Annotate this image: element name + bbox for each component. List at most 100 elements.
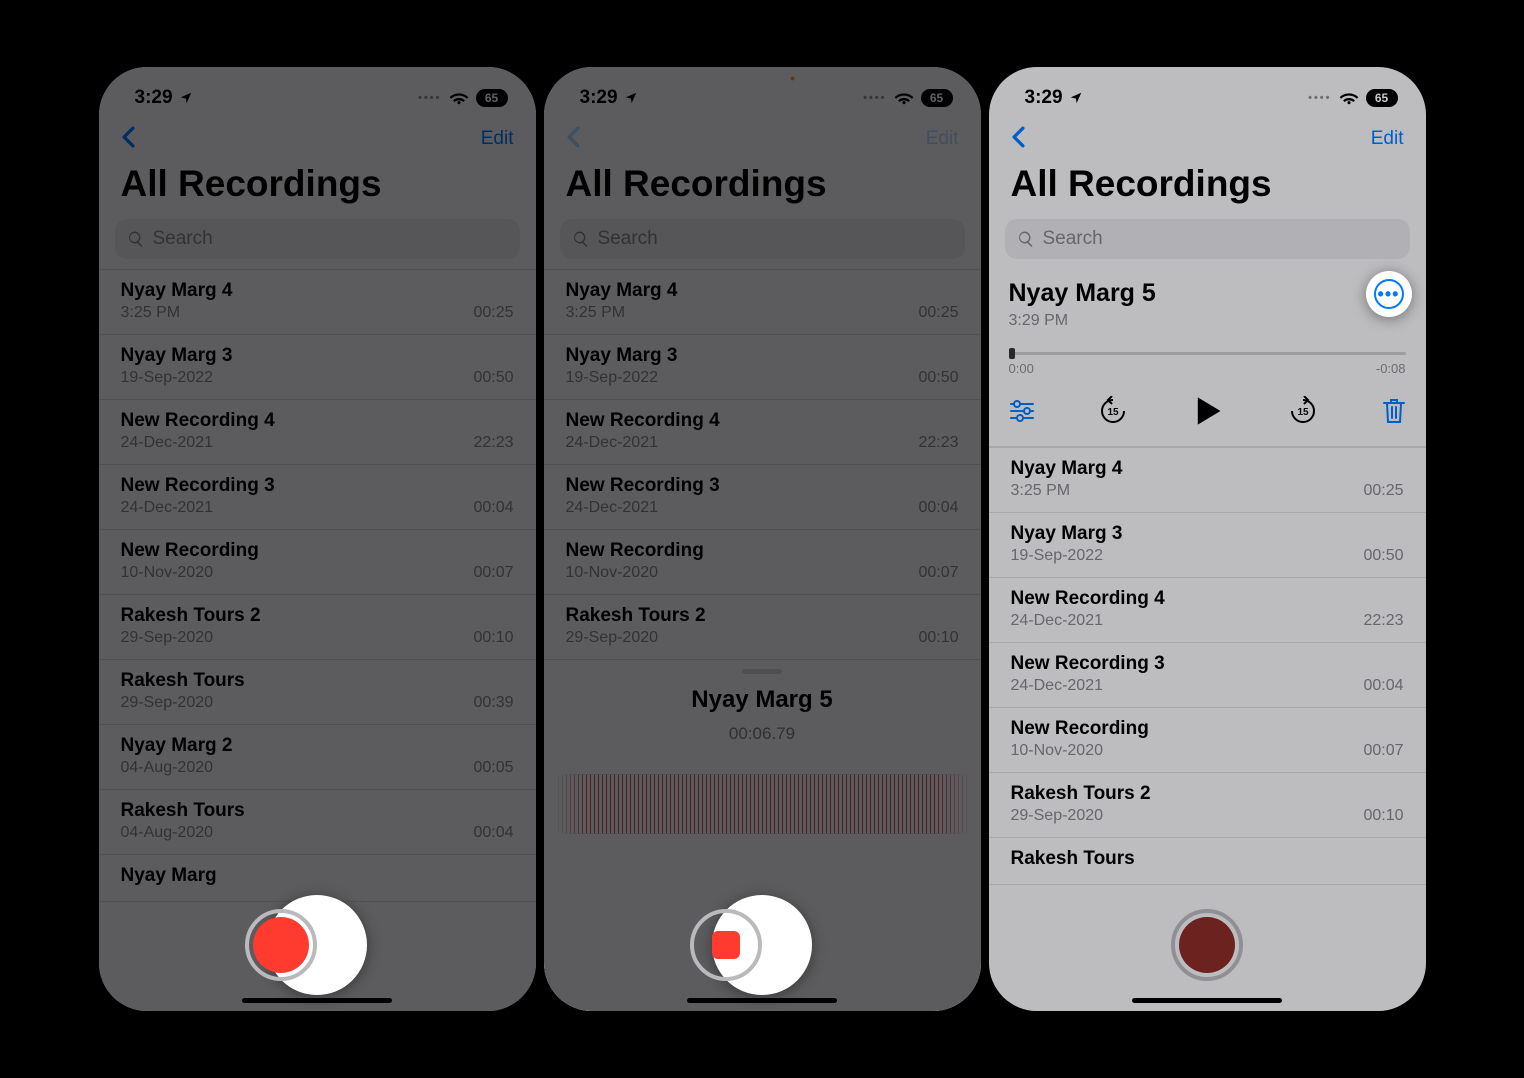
recording-row[interactable]: Nyay Marg 3 19-Sep-2022 00:50: [989, 513, 1426, 578]
recording-row[interactable]: Rakesh Tours 229-Sep-202000:10: [544, 595, 981, 660]
recording-title: New Recording 3: [1011, 653, 1404, 675]
player-title: Nyay Marg 5: [1009, 279, 1156, 308]
recording-duration: 00:05: [473, 759, 513, 777]
recording-row[interactable]: New Recording 324-Dec-202100:04: [99, 465, 536, 530]
recording-duration: 00:50: [473, 369, 513, 387]
recording-row[interactable]: Nyay Marg 319-Sep-202200:50: [544, 335, 981, 400]
recording-date: 3:25 PM: [566, 304, 626, 322]
recording-date: 29-Sep-2020: [121, 629, 214, 647]
recording-row[interactable]: New Recording10-Nov-202000:07: [99, 530, 536, 595]
delete-button[interactable]: [1382, 398, 1406, 424]
recording-row[interactable]: New Recording 424-Dec-202122:23: [99, 400, 536, 465]
player-card: Nyay Marg 5 3:29 PM ••• 0:00 -0:08: [989, 269, 1426, 447]
recording-row[interactable]: Nyay Marg 319-Sep-202200:50: [99, 335, 536, 400]
play-button[interactable]: [1191, 394, 1225, 428]
forward-15-icon: 15: [1288, 396, 1318, 426]
scrubber-knob[interactable]: [1009, 348, 1015, 359]
recording-row[interactable]: Nyay Marg 4 3:25 PM 00:25: [544, 269, 981, 335]
recording-title: New Recording 4: [1011, 588, 1404, 610]
recording-title: New Recording 3: [121, 475, 514, 497]
search-input[interactable]: Search: [560, 219, 965, 259]
nav-bar: Edit: [99, 119, 536, 159]
recordings-list: Nyay Marg 43:25 PM00:25Nyay Marg 319-Sep…: [99, 269, 536, 902]
recording-title: Rakesh Tours: [121, 800, 514, 822]
recording-date: 19-Sep-2022: [121, 369, 214, 387]
recording-duration: 00:04: [473, 499, 513, 517]
location-icon: [1069, 91, 1083, 105]
scrubber[interactable]: [1009, 352, 1406, 355]
wifi-icon: [449, 91, 469, 105]
back-button[interactable]: [1011, 126, 1026, 153]
recording-duration: 00:07: [918, 564, 958, 582]
trash-icon: [1382, 398, 1406, 424]
player-subtitle: 3:29 PM: [1009, 312, 1156, 330]
sheet-grabber-icon[interactable]: [742, 669, 782, 674]
nav-bar: Edit: [544, 119, 981, 159]
rewind-15-button[interactable]: 15: [1098, 396, 1128, 426]
recording-date: 24-Dec-2021: [566, 434, 659, 452]
edit-button[interactable]: Edit: [481, 128, 514, 150]
edit-button[interactable]: Edit: [1371, 128, 1404, 150]
recording-row[interactable]: Nyay Marg 43:25 PM00:25: [989, 447, 1426, 513]
recording-row[interactable]: Rakesh Tours 229-Sep-202000:10: [989, 773, 1426, 838]
recording-row[interactable]: New Recording 324-Dec-202100:04: [544, 465, 981, 530]
recording-row[interactable]: Rakesh Tours: [989, 838, 1426, 885]
search-input[interactable]: Search: [115, 219, 520, 259]
record-button[interactable]: [1171, 909, 1243, 981]
recording-date: 04-Aug-2020: [121, 759, 214, 777]
recordings-list: Nyay Marg 4 3:25 PM 00:25 Nyay Marg 319-Sep…: [544, 269, 981, 707]
recording-date: 29-Sep-2020: [121, 694, 214, 712]
recording-title: Nyay Marg 3: [1011, 523, 1404, 545]
forward-15-button[interactable]: 15: [1288, 396, 1318, 426]
screenshot-2: 3:29 ● •••• 65 Edit All Recordings: [544, 67, 981, 1011]
recording-row[interactable]: New Recording 324-Dec-202100:04: [989, 643, 1426, 708]
recording-row[interactable]: Nyay Marg 43:25 PM00:25: [99, 269, 536, 335]
search-icon: [572, 230, 590, 248]
recording-duration: 00:10: [473, 629, 513, 647]
recording-duration: 00:04: [473, 824, 513, 842]
recording-title: Nyay Marg 4: [566, 280, 959, 302]
recording-row[interactable]: Nyay Marg 204-Aug-202000:05: [99, 725, 536, 790]
recording-duration: 00:07: [473, 564, 513, 582]
recording-duration: 00:04: [918, 499, 958, 517]
record-icon: [1179, 917, 1235, 973]
wifi-icon: [894, 91, 914, 105]
recording-duration: 22:23: [473, 434, 513, 452]
recording-title: Nyay Marg 3: [566, 345, 959, 367]
rewind-15-icon: 15: [1098, 396, 1128, 426]
back-button[interactable]: [121, 126, 136, 153]
battery-icon: 65: [1366, 89, 1398, 107]
recording-title: New Recording: [566, 540, 959, 562]
recording-row[interactable]: New Recording10-Nov-202000:07: [544, 530, 981, 595]
recording-row[interactable]: Rakesh Tours04-Aug-202000:04: [99, 790, 536, 855]
page-title: All Recordings: [99, 159, 536, 219]
search-input[interactable]: Search: [1005, 219, 1410, 259]
battery-icon: 65: [476, 89, 508, 107]
recording-elapsed: 00:06.79: [544, 724, 981, 744]
page-title: All Recordings: [989, 159, 1426, 219]
options-button[interactable]: [1009, 400, 1035, 422]
callout-record: [267, 895, 367, 995]
sliders-icon: [1009, 400, 1035, 422]
recording-duration: 00:07: [1363, 742, 1403, 760]
home-indicator[interactable]: [1132, 998, 1282, 1003]
page-title: All Recordings: [544, 159, 981, 219]
recording-date: 10-Nov-2020: [121, 564, 214, 582]
recording-duration: 00:25: [918, 304, 958, 322]
recording-duration: 00:50: [1363, 547, 1403, 565]
recording-duration: 00:25: [473, 304, 513, 322]
recording-row[interactable]: Rakesh Tours 229-Sep-202000:10: [99, 595, 536, 660]
recording-duration: 22:23: [918, 434, 958, 452]
recording-date: 19-Sep-2022: [1011, 547, 1104, 565]
home-indicator[interactable]: [242, 998, 392, 1003]
recording-row[interactable]: New Recording 424-Dec-202122:23: [544, 400, 981, 465]
recording-row[interactable]: New Recording 424-Dec-202122:23: [989, 578, 1426, 643]
home-indicator[interactable]: [687, 998, 837, 1003]
callout-more: •••: [1366, 271, 1412, 317]
recording-date: 29-Sep-2020: [566, 629, 659, 647]
signal-dots-icon: ••••: [863, 92, 886, 104]
recording-row[interactable]: New Recording10-Nov-202000:07: [989, 708, 1426, 773]
scrub-remaining: -0:08: [1376, 361, 1406, 376]
recording-date: 24-Dec-2021: [1011, 677, 1104, 695]
recording-row[interactable]: Rakesh Tours29-Sep-202000:39: [99, 660, 536, 725]
